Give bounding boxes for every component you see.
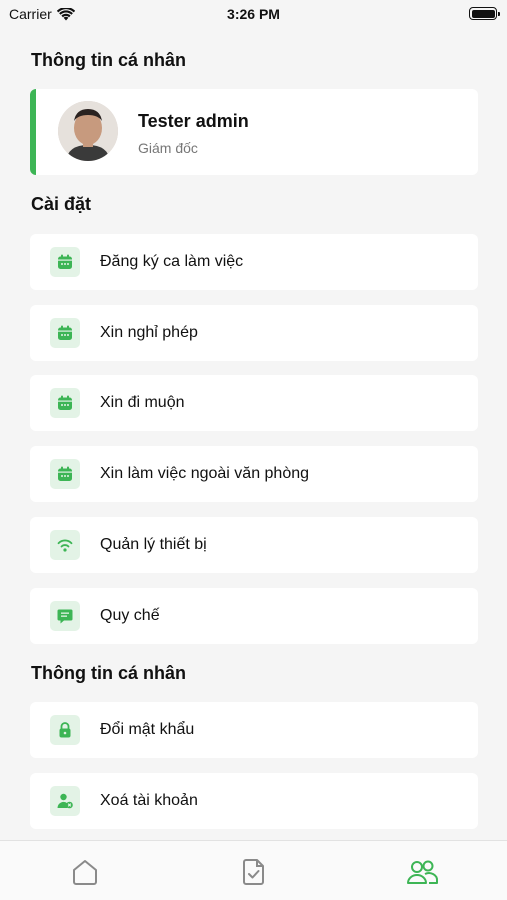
document-check-icon: [243, 859, 264, 885]
tab-documents[interactable]: [237, 855, 271, 889]
wifi-icon: [50, 530, 80, 560]
menu-item-late-request[interactable]: Xin đi muộn: [30, 375, 478, 431]
personal-info-title: Thông tin cá nhân: [31, 50, 186, 70]
calendar-icon: [50, 388, 80, 418]
menu-item-label: Đổi mật khẩu: [100, 721, 195, 738]
menu-item-delete-account[interactable]: Xoá tài khoản: [30, 773, 478, 829]
menu-item-label: Xoá tài khoản: [100, 792, 198, 809]
menu-item-label: Xin làm việc ngoài văn phòng: [100, 465, 310, 482]
menu-item-device-management[interactable]: Quản lý thiết bị: [30, 517, 478, 573]
profile-accent-bar: [30, 89, 36, 175]
account-section-title: Thông tin cá nhân: [31, 663, 186, 683]
home-icon: [73, 860, 97, 885]
menu-item-label: Quản lý thiết bị: [100, 536, 207, 553]
calendar-icon: [50, 247, 80, 277]
menu-item-change-password[interactable]: Đổi mật khẩu: [30, 702, 478, 758]
tab-home[interactable]: [68, 855, 102, 889]
menu-item-remote-work[interactable]: Xin làm việc ngoài văn phòng: [30, 446, 478, 502]
calendar-icon: [50, 459, 80, 489]
menu-item-label: Quy chế: [100, 607, 160, 624]
menu-item-leave-request[interactable]: Xin nghỉ phép: [30, 305, 478, 361]
settings-title: Cài đặt: [31, 194, 92, 214]
menu-item-regulations[interactable]: Quy chế: [30, 588, 478, 644]
users-icon: [407, 860, 438, 884]
clock: 3:26 PM: [227, 6, 280, 22]
tab-people[interactable]: [405, 855, 439, 889]
avatar: [58, 101, 118, 161]
menu-item-label: Xin đi muộn: [100, 394, 185, 411]
user-delete-icon: [50, 786, 80, 816]
menu-item-register-shift[interactable]: Đăng ký ca làm việc: [30, 234, 478, 290]
status-bar: Carrier 3:26 PM: [0, 0, 507, 28]
calendar-icon: [50, 318, 80, 348]
profile-card[interactable]: Tester admin Giám đốc: [30, 89, 478, 175]
lock-icon: [50, 715, 80, 745]
profile-name: Tester admin: [138, 111, 249, 131]
menu-item-label: Xin nghỉ phép: [100, 324, 198, 341]
battery-icon: [469, 7, 500, 20]
menu-item-label: Đăng ký ca làm việc: [100, 253, 244, 270]
profile-role: Giám đốc: [138, 140, 198, 156]
document-icon: [50, 601, 80, 631]
bottom-tab-bar: [0, 840, 507, 900]
